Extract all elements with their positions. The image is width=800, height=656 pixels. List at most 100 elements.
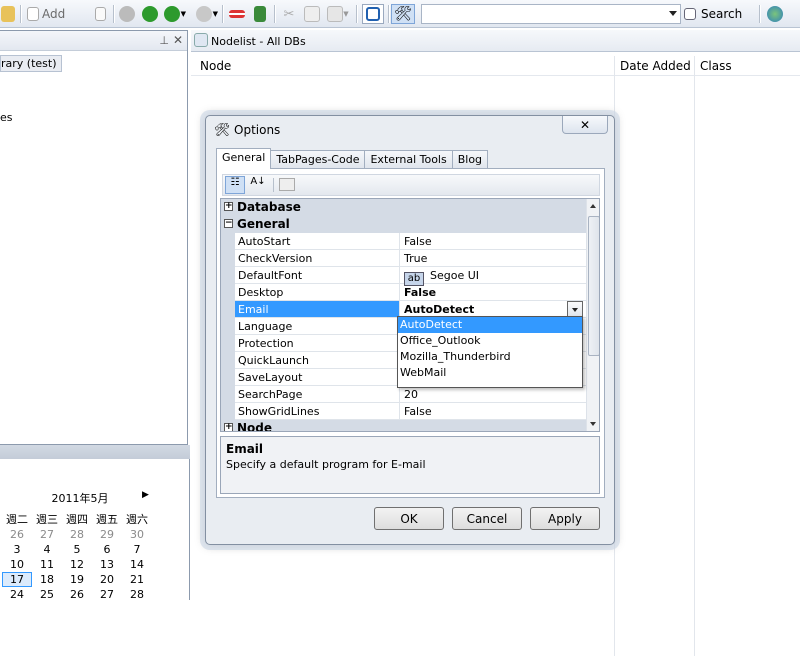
property-grid: + Database − General AutoStart False CheckV…: [220, 198, 600, 432]
cancel-button[interactable]: Cancel: [452, 507, 522, 530]
apply-button[interactable]: Apply: [530, 507, 600, 530]
alphabetical-sort-icon[interactable]: A↓: [249, 176, 267, 194]
dropdown-arrow-icon[interactable]: [567, 301, 583, 317]
page-icon[interactable]: [92, 4, 108, 24]
calendar-day[interactable]: 12: [62, 557, 92, 572]
property-value[interactable]: False: [401, 284, 585, 300]
tools-icon[interactable]: 🛠: [391, 4, 415, 24]
dropdown-option[interactable]: Mozilla_Thunderbird: [398, 349, 582, 365]
help-title: Email: [226, 442, 264, 456]
calendar-day[interactable]: 29: [92, 527, 122, 542]
property-value[interactable]: True: [401, 250, 585, 266]
globe-icon[interactable]: [766, 4, 784, 24]
refresh-icon[interactable]: ▼: [196, 4, 218, 24]
property-name: Protection: [235, 335, 400, 351]
nodelist-tab[interactable]: Nodelist - All DBs: [191, 30, 800, 52]
options-tabs: General TabPages-Code External Tools Blo…: [216, 148, 489, 169]
weekday-label: 週三: [36, 513, 58, 526]
column-class[interactable]: Class: [700, 59, 732, 73]
property-value-font[interactable]: ab Segoe UI: [401, 267, 585, 286]
property-name: SearchPage: [235, 386, 400, 402]
calendar-day-selected[interactable]: 17: [2, 572, 32, 587]
search-button[interactable]: Search: [684, 4, 744, 24]
move-icon[interactable]: [252, 4, 268, 24]
property-grid-scrollbar[interactable]: [586, 199, 599, 431]
property-row[interactable]: Desktop False: [221, 284, 586, 301]
calendar-day[interactable]: 20: [92, 572, 122, 587]
nodelist-icon: [194, 33, 208, 47]
close-button[interactable]: ✕: [562, 116, 608, 134]
column-node[interactable]: Node: [200, 59, 231, 73]
edit-icon[interactable]: [0, 4, 16, 24]
paste-icon[interactable]: ▼: [327, 4, 349, 24]
calendar-day[interactable]: 6: [92, 542, 122, 557]
back-icon[interactable]: [142, 4, 158, 24]
panel-splitter[interactable]: [0, 445, 190, 459]
pin-icon[interactable]: ⊥: [159, 34, 169, 47]
delete-icon[interactable]: [229, 4, 245, 24]
stop-icon[interactable]: [119, 4, 135, 24]
calendar-day[interactable]: 10: [2, 557, 32, 572]
property-row[interactable]: AutoStart False: [221, 233, 586, 250]
scroll-down-icon[interactable]: [590, 422, 596, 426]
calendar-day[interactable]: 27: [32, 527, 62, 542]
calendar-day[interactable]: 13: [92, 557, 122, 572]
tab-external-tools[interactable]: External Tools: [364, 150, 453, 169]
collapse-icon[interactable]: −: [224, 219, 233, 228]
expand-icon[interactable]: +: [224, 423, 233, 431]
property-help-pane: Email Specify a default program for E-ma…: [220, 436, 600, 494]
calendar-day[interactable]: 30: [122, 527, 152, 542]
calendar-day[interactable]: 18: [32, 572, 62, 587]
calendar-day[interactable]: 3: [2, 542, 32, 557]
calendar-day[interactable]: 14: [122, 557, 152, 572]
tree-item-partial[interactable]: es: [0, 111, 13, 124]
close-icon[interactable]: ✕: [173, 33, 183, 47]
property-value[interactable]: 20: [401, 386, 585, 402]
search-combo[interactable]: [421, 4, 681, 24]
calendar-day[interactable]: 4: [32, 542, 62, 557]
categorized-view-icon[interactable]: ☷: [225, 176, 245, 194]
category-database[interactable]: + Database: [221, 199, 586, 216]
property-pages-icon[interactable]: [279, 178, 295, 191]
copy-icon[interactable]: [304, 4, 320, 24]
tab-blog[interactable]: Blog: [451, 150, 489, 169]
property-row[interactable]: ShowGridLines False: [221, 403, 586, 420]
column-date-added[interactable]: Date Added: [620, 59, 691, 73]
calendar-weekday-row: 週二 週三 週四 週五 週六: [2, 512, 152, 527]
cut-icon[interactable]: ✂: [281, 4, 297, 24]
property-grid-toolbar: ☷ A↓: [222, 174, 600, 196]
combo-arrow-icon[interactable]: [669, 11, 677, 16]
calendar-day[interactable]: 21: [122, 572, 152, 587]
fit-icon[interactable]: [362, 4, 384, 24]
property-row[interactable]: DefaultFont ab Segoe UI: [221, 267, 586, 286]
expand-icon[interactable]: +: [224, 202, 233, 211]
calendar-day[interactable]: 28: [62, 527, 92, 542]
weekday-label: 週二: [6, 513, 28, 526]
add-button[interactable]: Add: [27, 4, 73, 24]
property-row[interactable]: SearchPage 20: [221, 386, 586, 403]
dropdown-option[interactable]: WebMail: [398, 365, 582, 381]
library-tree-item[interactable]: rary (test): [0, 55, 62, 72]
next-month-icon[interactable]: ▶: [142, 490, 149, 500]
calendar-day[interactable]: 5: [62, 542, 92, 557]
calendar-day[interactable]: 7: [122, 542, 152, 557]
dropdown-option[interactable]: Office_Outlook: [398, 333, 582, 349]
property-value[interactable]: False: [401, 403, 585, 419]
property-value[interactable]: False: [401, 233, 585, 249]
category-general[interactable]: − General: [221, 216, 586, 233]
scroll-up-icon[interactable]: [590, 204, 596, 208]
forward-icon[interactable]: ▼: [164, 4, 186, 24]
calendar-day[interactable]: 26: [2, 527, 32, 542]
tab-general[interactable]: General: [216, 148, 272, 169]
calendar-week-row: 26 27 28 29 30: [2, 527, 152, 542]
scrollbar-thumb[interactable]: [588, 216, 599, 356]
ok-button[interactable]: OK: [374, 507, 444, 530]
calendar-day[interactable]: 11: [32, 557, 62, 572]
calendar-grid: 週二 週三 週四 週五 週六 26 27 28 29 30 3 4 5 6 7 …: [2, 512, 152, 602]
email-select[interactable]: AutoDetect: [401, 301, 585, 317]
category-node[interactable]: + Node: [221, 420, 586, 431]
property-row[interactable]: CheckVersion True: [221, 250, 586, 267]
tab-tabpages-code[interactable]: TabPages-Code: [270, 150, 366, 169]
dropdown-option-selected[interactable]: AutoDetect: [398, 317, 582, 333]
calendar-day[interactable]: 19: [62, 572, 92, 587]
